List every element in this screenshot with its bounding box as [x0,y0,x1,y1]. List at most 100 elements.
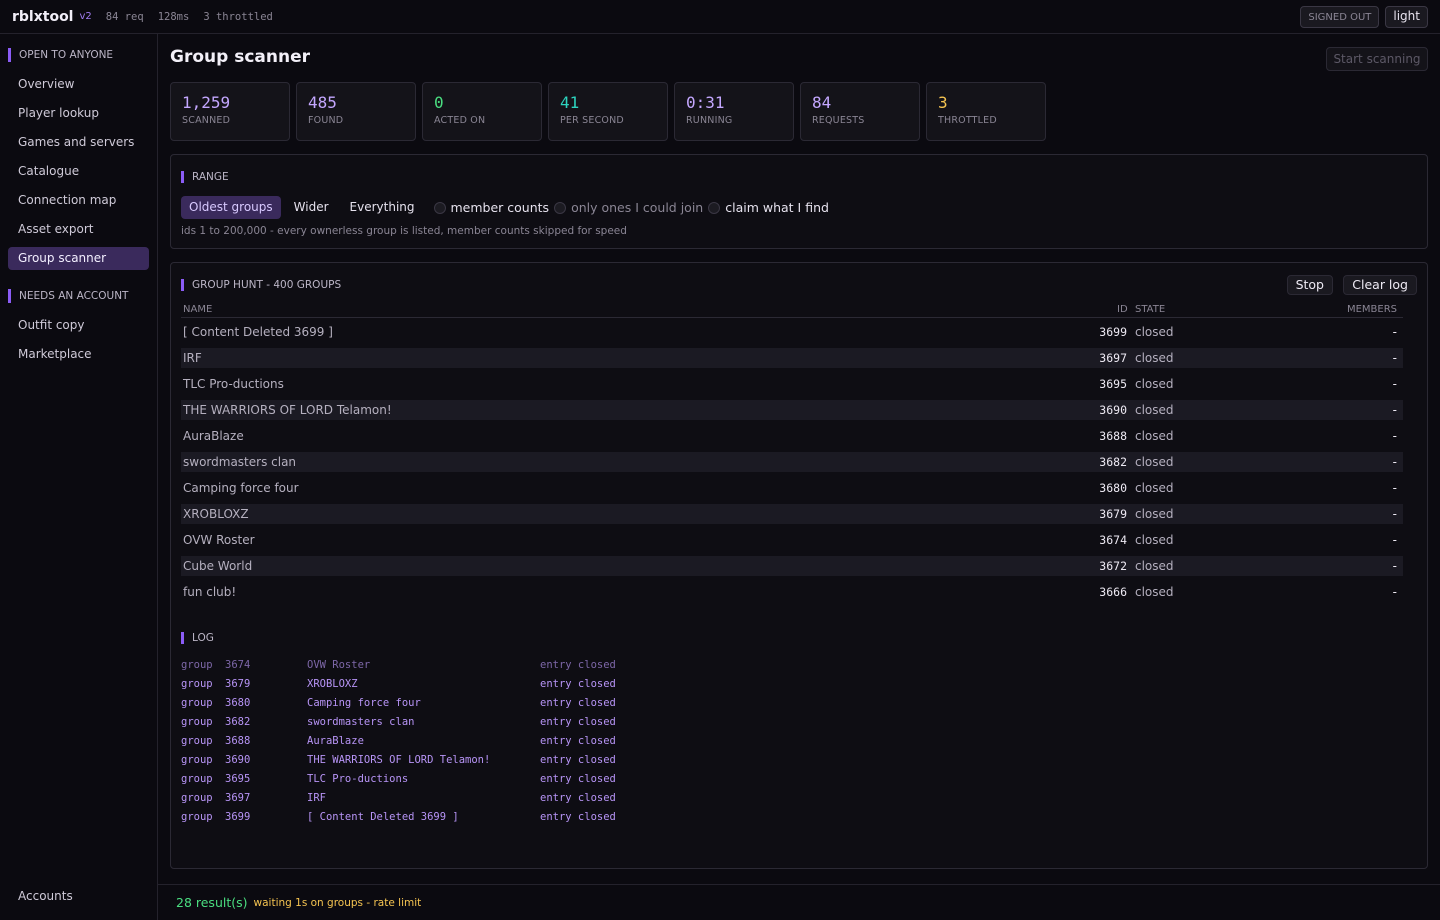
group-id: 3699 [1099,325,1127,339]
table-row[interactable]: Camping force four 3680 closed - [181,478,1403,498]
log-status: entry closed [540,735,616,747]
stat-label: ACTED ON [434,115,486,126]
group-id: 3688 [1099,429,1127,443]
log-list: group 3674 OVW Roster entry closed group 367… [181,656,781,827]
group-members: - [1392,533,1397,547]
group-hunt-panel: GROUP HUNT - 400 GROUPS Stop Clear log N… [170,262,1428,869]
table-row[interactable]: THE WARRIORS OF LORD Telamon! 3690 closed - [181,400,1403,420]
log-id: 3695 [225,773,251,785]
range-options: Oldest groups Wider Everything member co… [181,196,829,219]
log-kind: group [181,773,213,785]
sidebar-section-account: NEEDS AN ACCOUNT [8,289,157,303]
joinable-only-toggle[interactable]: only ones I could join [554,200,703,215]
stat-card-throttled: 3 THROTTLED [926,82,1046,141]
theme-toggle-button[interactable]: light [1385,5,1428,28]
app-brand[interactable]: rblxtool [12,9,73,25]
log-name: XROBLOXZ [307,678,358,690]
log-kind: group [181,792,213,804]
log-kind: group [181,659,213,671]
sidebar-item-overview[interactable]: Overview [8,73,149,96]
stop-button[interactable]: Stop [1286,275,1333,295]
group-members: - [1392,351,1397,365]
table-row[interactable]: IRF 3697 closed - [181,348,1403,368]
log-status: entry closed [540,773,616,785]
column-id[interactable]: ID [1117,304,1128,315]
member-counts-toggle[interactable]: member counts [433,200,549,215]
stat-card-requests: 84 REQUESTS [800,82,920,141]
log-entry: group 3699 [ Content Deleted 3699 ] entry c… [181,808,781,827]
group-state: closed [1135,481,1174,495]
range-option-wider[interactable]: Wider [286,196,337,219]
stat-label: SCANNED [182,115,231,126]
stat-label: RUNNING [686,115,733,126]
checkbox-icon [554,201,567,214]
column-state[interactable]: STATE [1135,304,1165,315]
log-status: entry closed [540,678,616,690]
group-name: TLC Pro-ductions [183,377,284,391]
group-members: - [1392,403,1397,417]
sidebar-item-accounts[interactable]: Accounts [18,889,73,903]
top-bar-actions: SIGNED OUT light [1300,5,1428,28]
stat-card-found: 485 FOUND [296,82,416,141]
table-row[interactable]: OVW Roster 3674 closed - [181,530,1403,550]
column-name[interactable]: NAME [183,304,212,315]
sidebar-item-games-and-servers[interactable]: Games and servers [8,131,149,154]
group-name: [ Content Deleted 3699 ] [183,325,333,339]
stat-card-scanned: 1,259 SCANNED [170,82,290,141]
group-members: - [1392,455,1397,469]
sidebar-item-marketplace[interactable]: Marketplace [8,343,149,366]
sidebar-item-connection-map[interactable]: Connection map [8,189,149,212]
group-state: closed [1135,559,1174,573]
table-row[interactable]: Cube World 3672 closed - [181,556,1403,576]
group-name: OVW Roster [183,533,255,547]
group-state: closed [1135,533,1174,547]
sidebar-item-catalogue[interactable]: Catalogue [8,160,149,183]
group-state: closed [1135,325,1174,339]
app-version: v2 [79,11,92,22]
sidebar-item-group-scanner[interactable]: Group scanner [8,247,149,270]
stats-row: 1,259 SCANNED 485 FOUND 0 ACTED ON 41 PE… [170,82,1046,141]
request-count: 84 req [105,10,144,23]
column-members[interactable]: MEMBERS [1347,304,1397,315]
group-state: closed [1135,403,1174,417]
log-name: swordmasters clan [307,716,415,728]
group-members: - [1392,481,1397,495]
clear-log-button[interactable]: Clear log [1343,275,1417,295]
group-id: 3695 [1099,377,1127,391]
group-id: 3674 [1099,533,1127,547]
table-row[interactable]: AuraBlaze 3688 closed - [181,426,1403,446]
group-id: 3666 [1099,585,1127,599]
stat-value: 0 [434,93,444,112]
table-row[interactable]: XROBLOXZ 3679 closed - [181,504,1403,524]
log-status: entry closed [540,659,616,671]
log-name: THE WARRIORS OF LORD Telamon! [307,754,491,766]
stat-card-per-second: 41 PER SECOND [548,82,668,141]
log-name: [ Content Deleted 3699 ] [307,811,459,823]
table-row[interactable]: [ Content Deleted 3699 ] 3699 closed - [181,322,1403,342]
sidebar-item-outfit-copy[interactable]: Outfit copy [8,314,149,337]
log-status: entry closed [540,716,616,728]
log-name: TLC Pro-ductions [307,773,409,785]
range-option-oldest[interactable]: Oldest groups [181,196,281,219]
table-row[interactable]: fun club! 3666 closed - [181,582,1403,602]
group-table-body[interactable]: [ Content Deleted 3699 ] 3699 closed - IRF 3… [181,322,1403,615]
table-row[interactable]: TLC Pro-ductions 3695 closed - [181,374,1403,394]
group-id: 3679 [1099,507,1127,521]
page-title: Group scanner [170,47,310,67]
log-id: 3680 [225,697,251,709]
table-header: NAME ID STATE MEMBERS [181,304,1403,318]
range-option-everything[interactable]: Everything [342,196,423,219]
group-members: - [1392,325,1397,339]
main-content: Group scanner Start scanning 1,259 SCANN… [158,34,1440,884]
group-name: Camping force four [183,481,299,495]
group-id: 3690 [1099,403,1127,417]
group-state: closed [1135,377,1174,391]
range-heading: RANGE [181,171,229,183]
sidebar-item-asset-export[interactable]: Asset export [8,218,149,241]
table-row[interactable]: swordmasters clan 3682 closed - [181,452,1403,472]
signed-out-badge[interactable]: SIGNED OUT [1300,5,1380,28]
start-scanning-button[interactable]: Start scanning [1326,47,1428,71]
claim-toggle[interactable]: claim what I find [708,200,829,215]
log-kind: group [181,697,213,709]
sidebar-item-player-lookup[interactable]: Player lookup [8,102,149,125]
